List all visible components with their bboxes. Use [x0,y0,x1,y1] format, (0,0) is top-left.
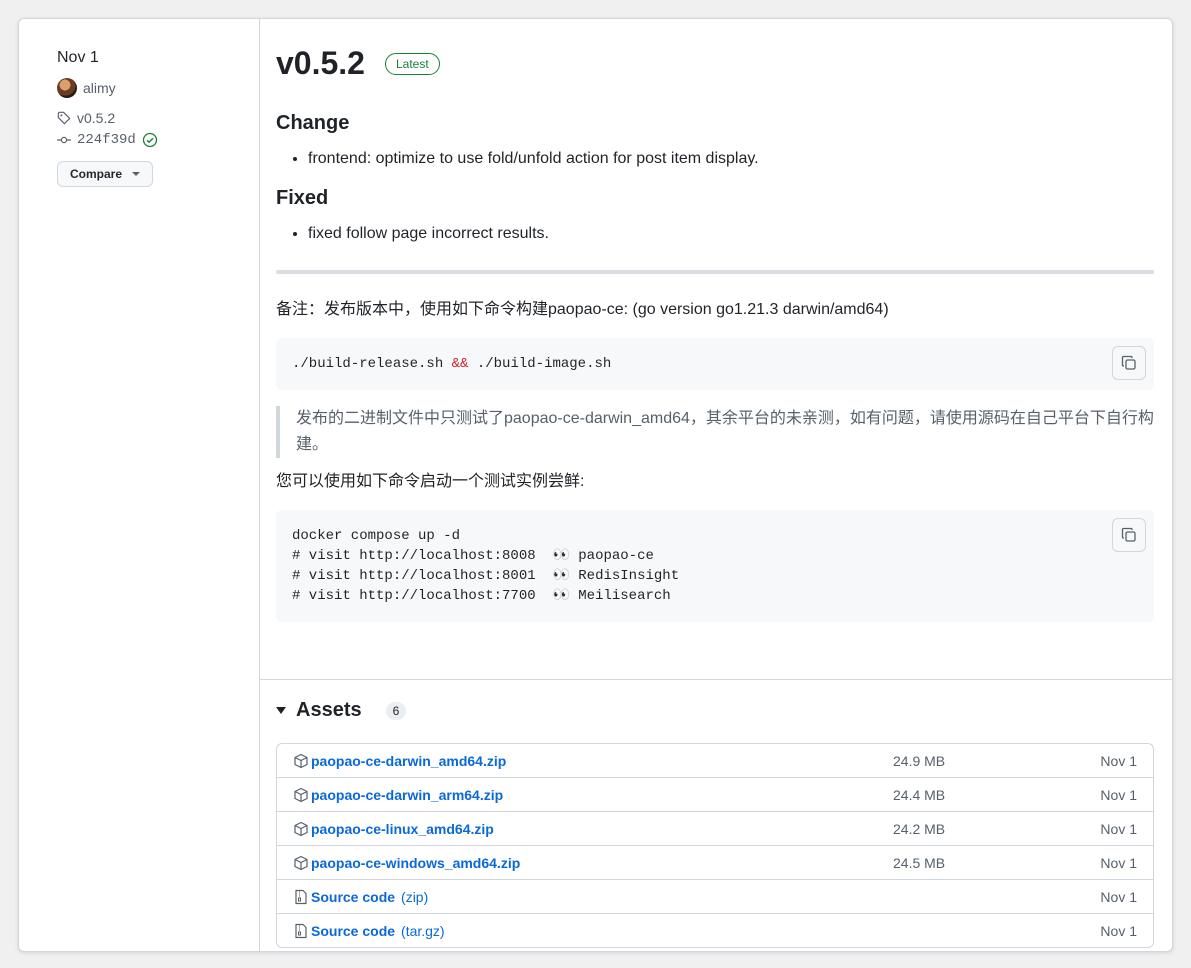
try-text: 您可以使用如下命令启动一个测试实例尝鲜: [276,473,585,490]
code-line: # visit http://localhost:8001 👀 RedisIns… [292,568,680,584]
docker-code-block: docker compose up -d # visit http://local… [276,510,1154,622]
asset-link[interactable]: paopao-ce-linux_amd64.zip [311,821,494,837]
fixed-heading: Fixed [276,187,329,209]
assets-count: 6 [385,701,407,720]
author-link[interactable]: alimy [57,77,257,99]
asset-format[interactable]: (zip) [401,889,428,905]
avatar [57,78,77,98]
package-icon [294,787,308,802]
asset-date: Nov 1 [1100,922,1137,939]
code-line: docker compose up -d [292,528,461,544]
code-line: # visit http://localhost:7700 👀 Meilisea… [292,588,671,604]
asset-link[interactable]: Source code [311,889,395,905]
file-zip-icon [295,889,307,904]
tag-link[interactable]: v0.5.2 [57,107,257,129]
package-icon [294,753,308,768]
column-divider [259,19,260,951]
copy-icon [1121,355,1136,370]
tag-icon [57,111,71,125]
asset-date: Nov 1 [1100,854,1137,871]
build-note: 备注：发布版本中，使用如下命令构建paopao-ce: (go version … [276,301,889,318]
release-body: v0.5.2 Latest Change frontend: optimize … [276,19,1154,622]
horizontal-rule [276,270,1154,274]
asset-link[interactable]: Source code [311,923,395,939]
fixed-list: fixed follow page incorrect results. [276,222,1154,246]
asset-date: Nov 1 [1100,888,1137,905]
package-icon [294,855,308,870]
assets-divider [260,679,1172,680]
asset-row: paopao-ce-darwin_amd64.zip 24.9 MB Nov 1 [277,744,1153,777]
asset-link[interactable]: paopao-ce-darwin_arm64.zip [311,787,503,803]
copy-button[interactable] [1112,518,1146,552]
assets-title: Assets [296,699,362,721]
asset-row: Source code (zip) Nov 1 [277,879,1153,913]
asset-link[interactable]: paopao-ce-windows_amd64.zip [311,855,520,871]
code-operator: && [451,356,469,372]
author-name: alimy [83,80,116,96]
code-text: ./build-release.sh [292,356,452,372]
code-line: # visit http://localhost:8008 👀 paopao-c… [292,548,654,564]
verified-check-icon [142,132,157,148]
asset-date: Nov 1 [1100,786,1137,803]
copy-button[interactable] [1112,346,1146,380]
tag-name: v0.5.2 [77,110,116,126]
asset-date: Nov 1 [1100,820,1137,837]
file-zip-icon [295,923,307,938]
copy-icon [1121,527,1136,542]
assets-list: paopao-ce-darwin_amd64.zip 24.9 MB Nov 1… [276,743,1154,948]
asset-size: 24.9 MB [893,752,946,769]
assets-toggle[interactable]: Assets 6 [276,699,407,722]
asset-size: 24.5 MB [893,854,946,871]
compare-button[interactable]: Compare [57,161,154,187]
asset-size: 24.4 MB [893,786,946,803]
release-card: Nov 1 alimy v0.5.2 224f39d Compare v0.5.… [18,18,1173,952]
chevron-down-icon [132,172,141,176]
list-item: frontend: optimize to use fold/unfold ac… [308,147,1154,171]
triangle-down-icon [276,707,286,714]
release-meta: Nov 1 alimy v0.5.2 224f39d Compare [57,49,257,187]
release-title[interactable]: v0.5.2 [276,45,365,82]
asset-date: Nov 1 [1100,752,1137,769]
release-date: Nov 1 [57,49,99,66]
latest-badge: Latest [384,52,440,75]
commit-link[interactable]: 224f39d [57,129,257,151]
asset-row: paopao-ce-linux_amd64.zip 24.2 MB Nov 1 [277,811,1153,845]
asset-link[interactable]: paopao-ce-darwin_amd64.zip [311,753,506,769]
asset-size: 24.2 MB [893,820,946,837]
package-icon [294,821,308,836]
compare-label: Compare [70,167,123,181]
build-code-block: ./build-release.sh && ./build-image.sh [276,338,1154,390]
asset-row: Source code (tar.gz) Nov 1 [277,913,1153,947]
asset-row: paopao-ce-darwin_arm64.zip 24.4 MB Nov 1 [277,777,1153,811]
asset-row: paopao-ce-windows_amd64.zip 24.5 MB Nov … [277,845,1153,879]
commit-icon [57,136,71,144]
change-list: frontend: optimize to use fold/unfold ac… [276,147,1154,171]
list-item: fixed follow page incorrect results. [308,222,1154,246]
change-heading: Change [276,112,350,134]
asset-format[interactable]: (tar.gz) [401,923,445,939]
code-text: ./build-image.sh [468,356,612,372]
blockquote: 发布的二进制文件中只测试了paopao-ce-darwin_amd64，其余平台… [276,406,1154,458]
commit-sha: 224f39d [77,132,136,148]
